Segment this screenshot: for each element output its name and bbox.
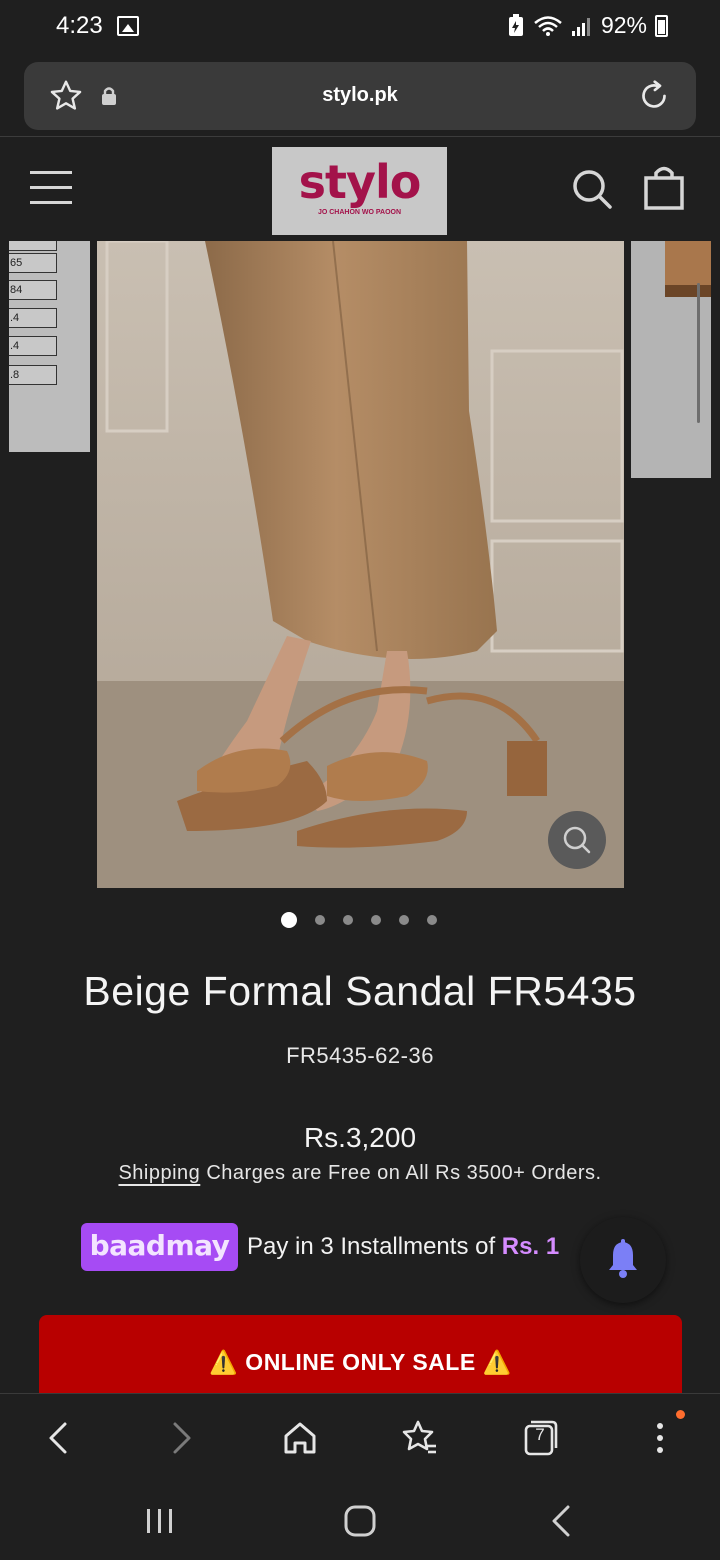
browser-toolbar: 7	[0, 1393, 720, 1481]
zoom-button[interactable]	[548, 811, 606, 869]
address-bar[interactable]: stylo.pk	[24, 62, 696, 130]
pagination-dot[interactable]	[315, 915, 325, 925]
shipping-text: Charges are Free on All Rs 3500+ Orders.	[200, 1162, 602, 1184]
installment-amount: Rs. 1	[501, 1233, 560, 1260]
battery-saver-icon	[508, 13, 523, 36]
signal-icon	[571, 17, 590, 36]
forward-icon[interactable]	[158, 1416, 202, 1460]
system-nav-bar	[0, 1481, 720, 1560]
url-text[interactable]: stylo.pk	[24, 84, 696, 107]
gallery-notification-icon	[117, 16, 139, 36]
product-main-image[interactable]	[97, 241, 624, 888]
size-chart-cell	[9, 241, 57, 251]
installment-row[interactable]: baadmay Pay in 3 Installments of Rs. 1	[81, 1223, 621, 1271]
pagination-dot-active[interactable]	[281, 912, 297, 928]
battery-icon	[655, 14, 668, 37]
installment-text: Pay in 3 Installments of Rs. 1	[247, 1233, 559, 1261]
size-chart-cell: .8	[9, 365, 57, 385]
installment-label: Pay in 3 Installments of	[247, 1233, 502, 1260]
product-sku: FR5435-62-36	[286, 1043, 434, 1068]
pagination-dot[interactable]	[399, 915, 409, 925]
sale-banner-text: ⚠️ ONLINE ONLY SALE ⚠️	[209, 1349, 512, 1375]
home-nav-icon[interactable]	[340, 1501, 380, 1541]
menu-icon[interactable]	[638, 1416, 682, 1460]
logo-tagline: JO CHAHON WO PAOON	[317, 209, 402, 216]
tabs-count: 7	[535, 1425, 545, 1444]
wifi-icon	[534, 15, 562, 36]
product-price: Rs.3,200	[303, 1122, 417, 1153]
shipping-info: Shipping Charges are Free on All Rs 3500…	[0, 1162, 720, 1185]
shipping-link[interactable]: Shipping	[118, 1162, 200, 1184]
size-chart-cell: 65	[9, 253, 57, 273]
product-gallery[interactable]: 65 84 .4 .4 .8	[0, 241, 720, 889]
product-title: Beige Formal Sandal FR5435	[83, 968, 637, 1014]
search-icon[interactable]	[570, 167, 614, 211]
sale-banner[interactable]: ⚠️ ONLINE ONLY SALE ⚠️	[39, 1315, 682, 1395]
size-chart-cell: .4	[9, 336, 57, 356]
notification-bell-button[interactable]	[580, 1217, 666, 1303]
tabs-button[interactable]: 7	[518, 1416, 562, 1460]
recents-icon[interactable]	[140, 1501, 180, 1541]
bell-icon	[609, 1239, 637, 1278]
gallery-pagination	[0, 912, 720, 928]
home-icon[interactable]	[278, 1416, 322, 1460]
pagination-dot[interactable]	[343, 915, 353, 925]
cart-bag-icon[interactable]	[642, 165, 686, 211]
menu-hamburger-icon[interactable]	[30, 171, 72, 205]
menu-badge-dot	[676, 1410, 685, 1419]
status-bar: 4:23 92%	[0, 0, 720, 56]
zoom-search-icon	[563, 826, 591, 854]
size-chart-thumbnail[interactable]: 65 84 .4 .4 .8	[9, 241, 90, 452]
reload-icon[interactable]	[636, 78, 672, 114]
back-icon[interactable]	[38, 1416, 82, 1460]
gallery-scrollbar[interactable]	[697, 283, 700, 423]
logo-text: stylo	[298, 155, 422, 209]
pagination-dot[interactable]	[371, 915, 381, 925]
size-chart-cell: .4	[9, 308, 57, 328]
battery-percent: 92%	[600, 12, 647, 38]
site-header: stylo JO CHAHON WO PAOON	[0, 137, 720, 241]
back-nav-icon[interactable]	[542, 1501, 582, 1541]
site-logo[interactable]: stylo JO CHAHON WO PAOON	[272, 147, 447, 235]
bookmarks-icon[interactable]	[398, 1416, 442, 1460]
baadmay-logo: baadmay	[81, 1223, 238, 1271]
sandal-photo	[97, 241, 624, 888]
status-indicators: 92%	[507, 12, 668, 39]
status-time: 4:23	[56, 12, 103, 39]
shoe-thumb-sole	[665, 285, 711, 297]
size-chart-cell: 84	[9, 280, 57, 300]
pagination-dot[interactable]	[427, 915, 437, 925]
